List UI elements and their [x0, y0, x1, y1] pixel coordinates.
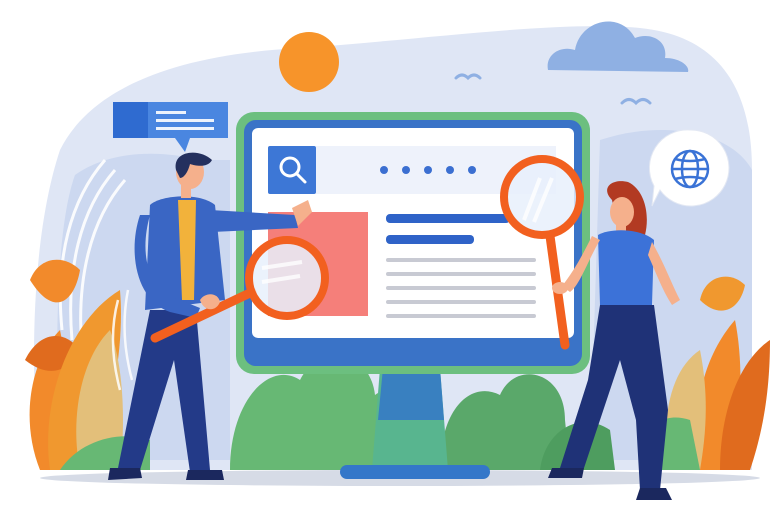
search-illustration	[25, 21, 770, 500]
sun	[279, 32, 339, 92]
